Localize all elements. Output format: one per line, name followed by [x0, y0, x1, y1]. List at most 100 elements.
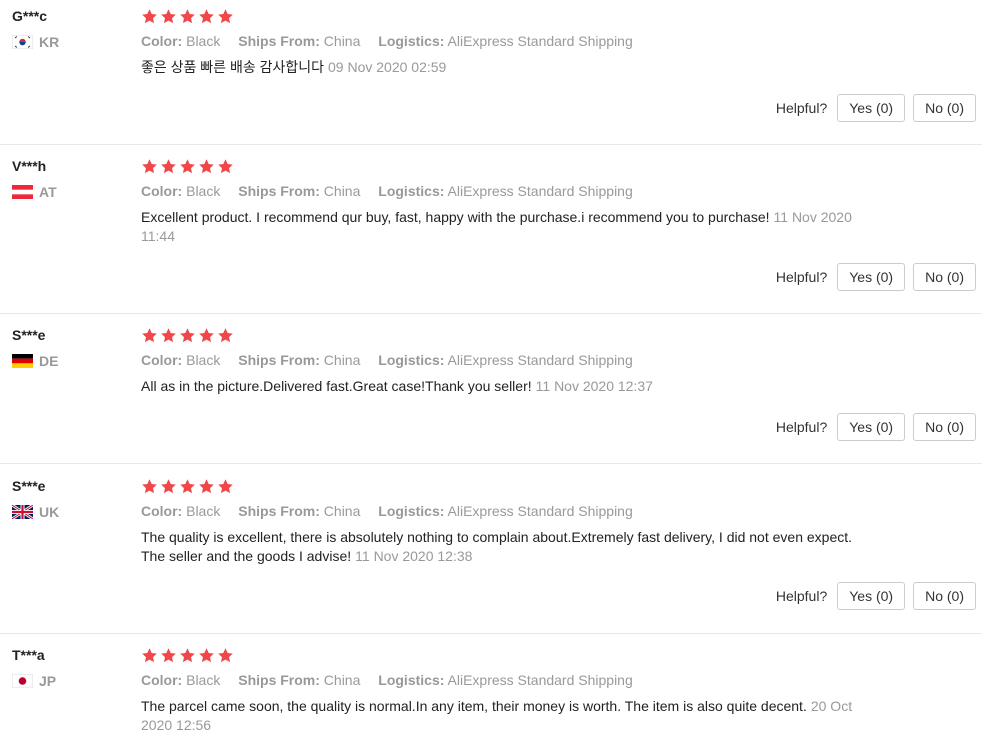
flag-south-korea-icon	[12, 35, 33, 49]
reviewer-country: KR	[12, 34, 59, 50]
review-body: The parcel came soon, the quality is nor…	[141, 698, 807, 714]
reviewer-country: DE	[12, 353, 58, 369]
no-button[interactable]: No (0)	[913, 94, 976, 122]
ships-from-value: China	[323, 503, 361, 519]
yes-button[interactable]: Yes (0)	[837, 582, 906, 610]
ships-from-value: China	[323, 33, 361, 49]
review-item: G***c KR Color: Black Ships From: China …	[0, 0, 982, 145]
review-text: All as in the picture.Delivered fast.Gre…	[141, 377, 871, 396]
ships-from-value: China	[323, 672, 361, 688]
star-icon	[141, 158, 158, 175]
star-icon	[179, 478, 196, 495]
ships-from-label: Ships From:	[238, 352, 320, 368]
review-text: 좋은 상품 빠른 배송 감사합니다 09 Nov 2020 02:59	[141, 58, 871, 77]
no-button[interactable]: No (0)	[913, 263, 976, 291]
star-icon	[141, 327, 158, 344]
ships-from-label: Ships From:	[238, 503, 320, 519]
star-icon	[141, 8, 158, 25]
rating-stars	[141, 327, 234, 344]
country-code: DE	[39, 353, 59, 369]
star-icon	[198, 8, 215, 25]
star-icon	[141, 647, 158, 664]
flag-japan-icon	[12, 674, 33, 688]
ships-from-value: China	[323, 352, 361, 368]
yes-button[interactable]: Yes (0)	[837, 413, 906, 441]
logistics-value: AliExpress Standard Shipping	[447, 33, 633, 49]
helpful-vote: Helpful? Yes (0) No (0)	[776, 94, 976, 122]
review-body: The quality is excellent, there is absol…	[141, 529, 853, 564]
reviewer-name: G***c	[12, 8, 48, 24]
review-meta: Color: Black Ships From: China Logistics…	[141, 33, 647, 49]
review-body: All as in the picture.Delivered fast.Gre…	[141, 378, 532, 394]
star-icon	[217, 647, 234, 664]
star-icon	[198, 647, 215, 664]
star-icon	[198, 327, 215, 344]
rating-stars	[141, 647, 234, 664]
rating-stars	[141, 8, 234, 25]
reviewer-name: S***e	[12, 327, 46, 343]
helpful-vote: Helpful? Yes (0) No (0)	[776, 413, 976, 441]
flag-austria-icon	[12, 185, 33, 199]
country-code: UK	[39, 504, 60, 520]
review-date: 11 Nov 2020 12:37	[535, 378, 653, 394]
review-item: S***e DE Color: Black Ships From: China …	[0, 319, 982, 464]
rating-stars	[141, 478, 234, 495]
color-label: Color:	[141, 672, 183, 688]
yes-button[interactable]: Yes (0)	[837, 263, 906, 291]
review-item: T***a JP Color: Black Ships From: China …	[0, 639, 982, 734]
star-icon	[217, 158, 234, 175]
logistics-label: Logistics:	[378, 503, 445, 519]
helpful-label: Helpful?	[775, 100, 828, 116]
reviewer-country: JP	[12, 673, 56, 689]
review-body: Excellent product. I recommend qur buy, …	[141, 209, 770, 225]
reviewer-name: T***a	[12, 647, 45, 663]
color-value: Black	[186, 183, 221, 199]
helpful-label: Helpful?	[775, 588, 828, 604]
helpful-label: Helpful?	[775, 269, 828, 285]
star-icon	[217, 8, 234, 25]
review-text: Excellent product. I recommend qur buy, …	[141, 208, 871, 246]
color-value: Black	[186, 503, 221, 519]
rating-stars	[141, 158, 234, 175]
ships-from-label: Ships From:	[238, 33, 320, 49]
yes-button[interactable]: Yes (0)	[837, 94, 906, 122]
star-icon	[217, 327, 234, 344]
review-text: The quality is excellent, there is absol…	[141, 528, 871, 566]
star-icon	[198, 478, 215, 495]
country-code: KR	[39, 34, 60, 50]
star-icon	[179, 647, 196, 664]
star-icon	[160, 158, 177, 175]
star-icon	[179, 327, 196, 344]
star-icon	[179, 8, 196, 25]
logistics-label: Logistics:	[378, 352, 445, 368]
star-icon	[179, 158, 196, 175]
star-icon	[160, 478, 177, 495]
review-meta: Color: Black Ships From: China Logistics…	[141, 503, 647, 519]
ships-from-label: Ships From:	[238, 672, 320, 688]
review-body: 좋은 상품 빠른 배송 감사합니다	[141, 59, 324, 75]
flag-uk-icon	[12, 505, 33, 519]
helpful-label: Helpful?	[775, 419, 828, 435]
country-code: JP	[39, 673, 57, 689]
no-button[interactable]: No (0)	[913, 582, 976, 610]
color-label: Color:	[141, 33, 183, 49]
logistics-value: AliExpress Standard Shipping	[447, 352, 633, 368]
star-icon	[141, 478, 158, 495]
color-label: Color:	[141, 352, 183, 368]
review-meta: Color: Black Ships From: China Logistics…	[141, 672, 647, 688]
star-icon	[160, 647, 177, 664]
review-item: S***e UK Color: Black Ships From: China …	[0, 470, 982, 634]
logistics-label: Logistics:	[378, 33, 445, 49]
reviewer-name: S***e	[12, 478, 46, 494]
logistics-label: Logistics:	[378, 183, 445, 199]
star-icon	[198, 158, 215, 175]
review-meta: Color: Black Ships From: China Logistics…	[141, 352, 647, 368]
reviewer-name: V***h	[12, 158, 47, 174]
color-label: Color:	[141, 503, 183, 519]
review-date: 09 Nov 2020 02:59	[328, 59, 447, 75]
star-icon	[217, 478, 234, 495]
star-icon	[160, 327, 177, 344]
ships-from-label: Ships From:	[238, 183, 320, 199]
no-button[interactable]: No (0)	[913, 413, 976, 441]
color-value: Black	[186, 672, 221, 688]
